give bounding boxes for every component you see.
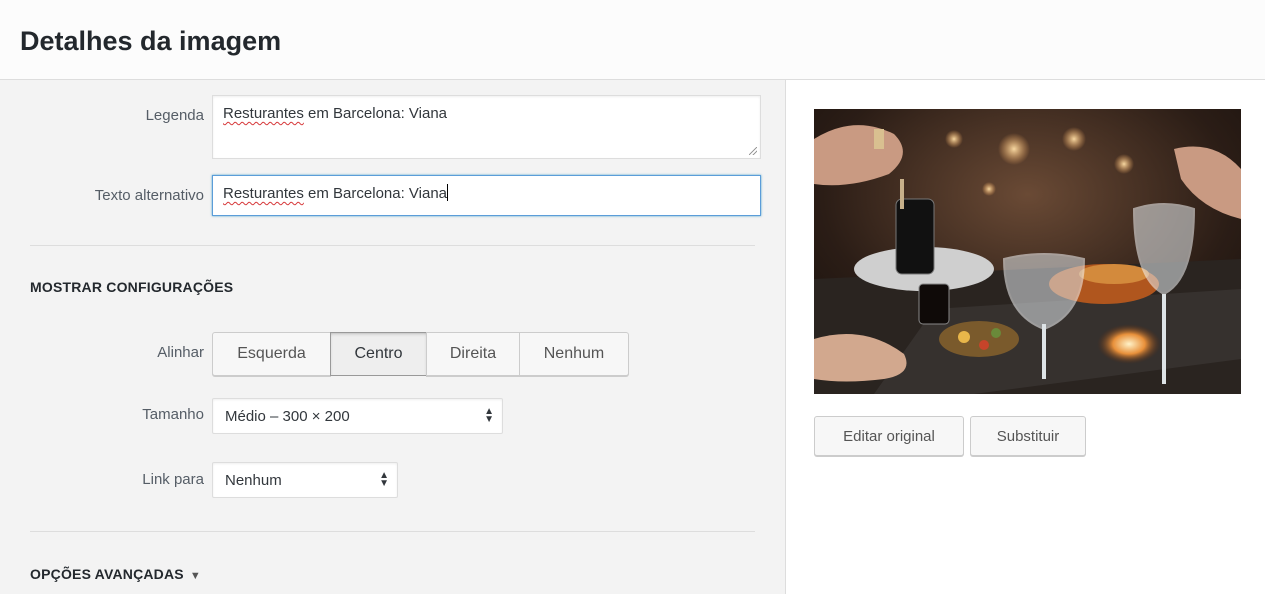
page-title: Detalhes da imagem xyxy=(20,26,282,56)
divider xyxy=(30,531,755,532)
align-button-group: Esquerda Centro Direita Nenhum xyxy=(212,332,629,376)
align-right-button[interactable]: Direita xyxy=(426,332,520,376)
modal-header: Detalhes da imagem xyxy=(0,0,1265,80)
caret-down-icon: ▼ xyxy=(189,570,201,582)
select-arrows-icon: ▲ ▼ xyxy=(484,406,494,425)
select-arrows-icon: ▲ ▼ xyxy=(379,470,389,489)
caption-label: Legenda xyxy=(145,107,204,124)
resize-handle-icon[interactable] xyxy=(749,147,757,155)
size-select[interactable]: Médio – 300 × 200 ▲ ▼ xyxy=(212,398,503,434)
size-label: Tamanho xyxy=(142,406,204,423)
text-cursor xyxy=(447,184,449,201)
align-center-button[interactable]: Centro xyxy=(330,332,427,376)
edit-original-button[interactable]: Editar original xyxy=(814,416,964,456)
link-select[interactable]: Nenhum ▲ ▼ xyxy=(212,462,398,498)
size-select-value: Médio – 300 × 200 xyxy=(225,407,350,425)
display-settings-heading: MOSTRAR CONFIGURAÇÕES xyxy=(30,279,234,295)
caption-misspelled-word: Resturantes xyxy=(223,105,304,122)
advanced-options-label: OPÇÕES AVANÇADAS xyxy=(30,566,184,582)
alt-text-input[interactable]: Resturantes em Barcelona: Viana xyxy=(212,175,761,216)
caption-textarea[interactable]: Resturantes em Barcelona: Viana xyxy=(212,95,761,159)
replace-button[interactable]: Substituir xyxy=(970,416,1086,456)
advanced-options-toggle[interactable]: OPÇÕES AVANÇADAS ▼ xyxy=(30,565,201,585)
alt-text: em Barcelona: Viana xyxy=(303,185,448,202)
alt-misspelled-word: Resturantes xyxy=(223,185,304,202)
link-label: Link para xyxy=(142,471,204,488)
divider xyxy=(30,245,755,246)
align-left-button[interactable]: Esquerda xyxy=(212,332,331,376)
image-preview xyxy=(814,109,1241,394)
link-select-value: Nenhum xyxy=(225,471,282,489)
alt-text-label: Texto alternativo xyxy=(94,187,204,204)
align-label: Alinhar xyxy=(157,344,204,361)
caption-text: em Barcelona: Viana xyxy=(303,105,448,122)
align-none-button[interactable]: Nenhum xyxy=(519,332,629,376)
